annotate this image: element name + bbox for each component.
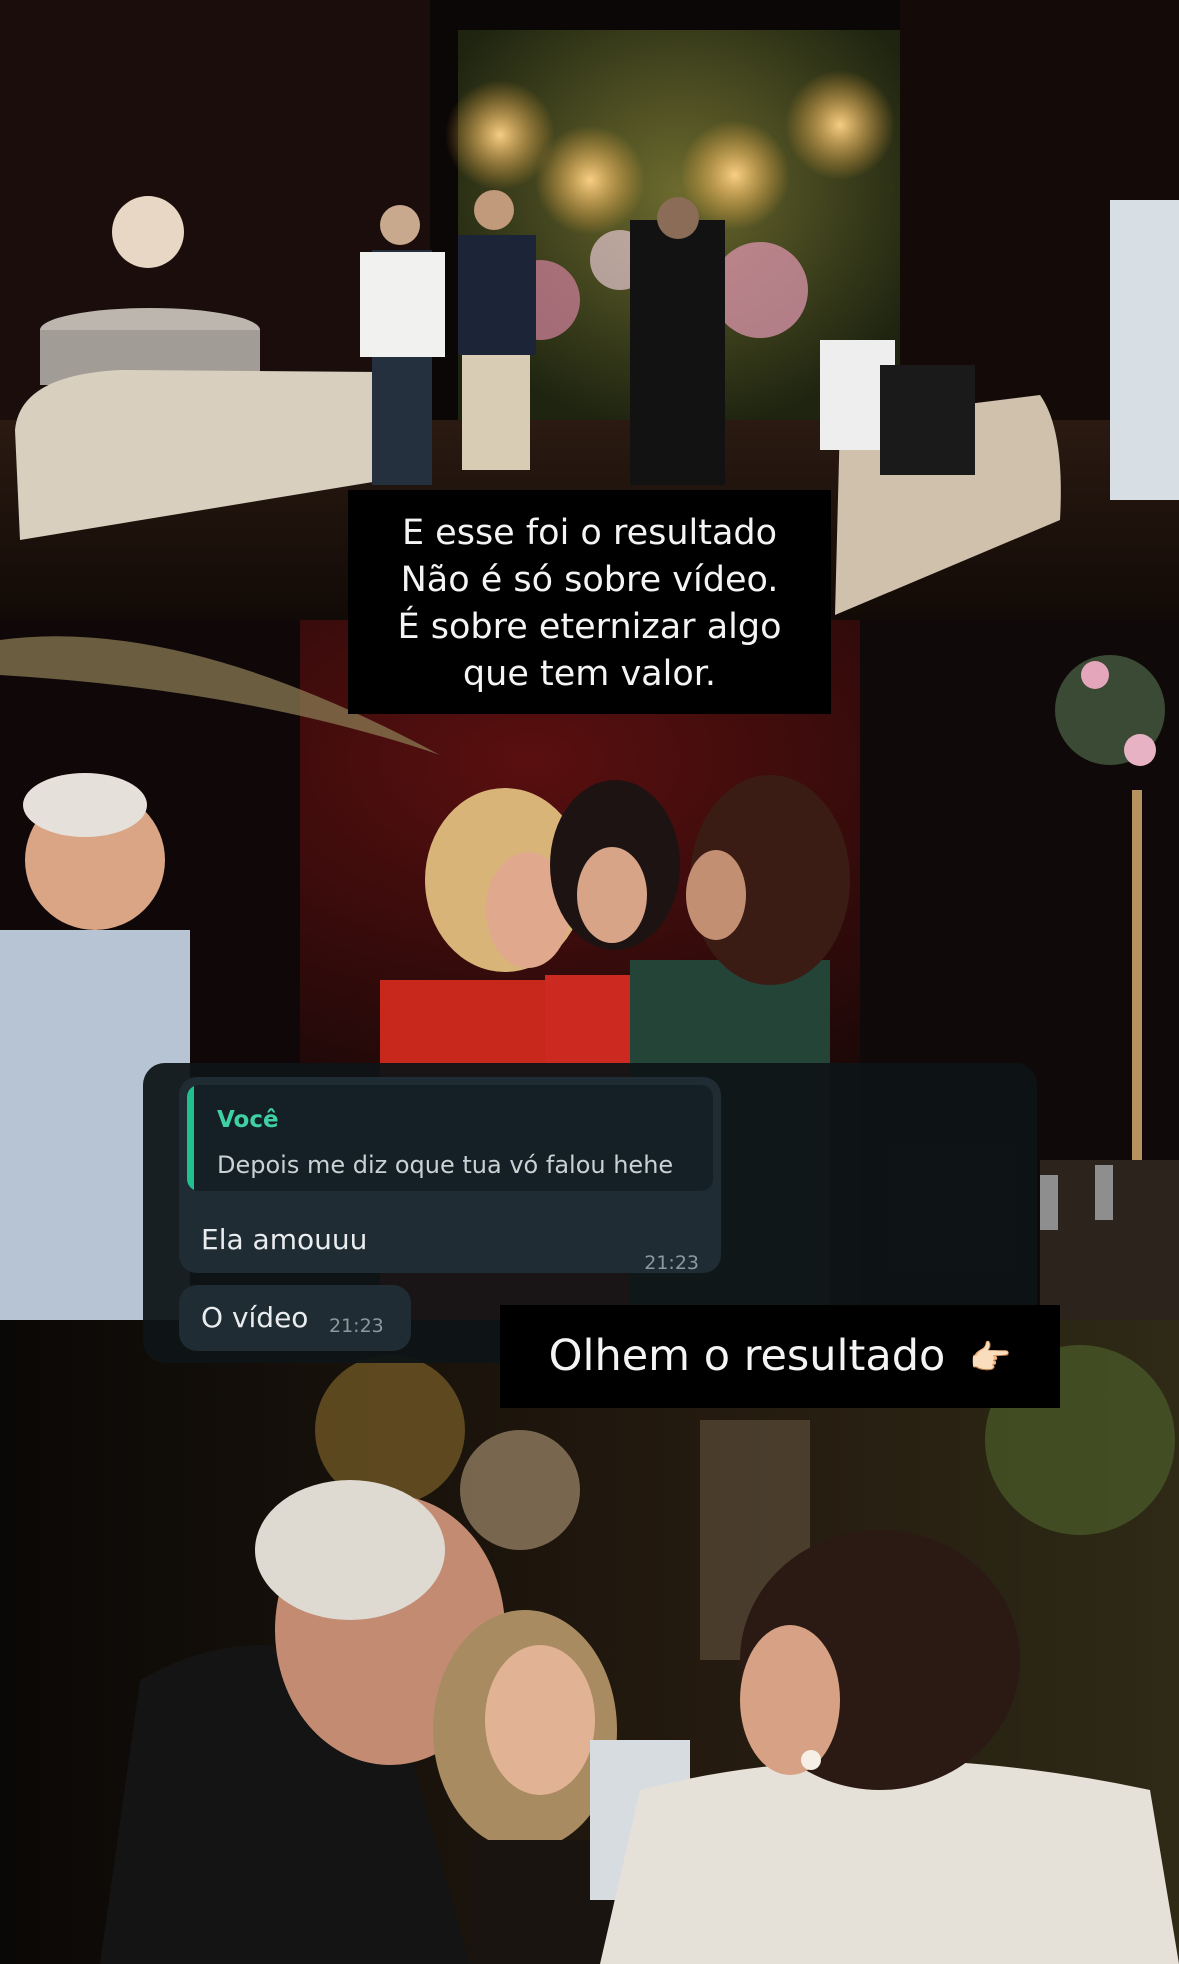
quote-accent-bar	[187, 1085, 194, 1191]
photo-couple-talking	[0, 1320, 1179, 1964]
quoted-message-author: Você	[217, 1107, 279, 1133]
message-time: 21:23	[644, 1252, 699, 1274]
message-text: Ela amouuu	[201, 1223, 368, 1256]
caption-line: E esse foi o resultado	[401, 513, 778, 553]
caption-line: É sobre eternizar algo	[397, 607, 782, 647]
quoted-message: Você Depois me diz oque tua vó falou heh…	[187, 1085, 713, 1191]
couple-talking-illustration	[0, 1320, 1179, 1964]
pointing-right-hand-icon: 👉🏻	[968, 1338, 1012, 1378]
caption-line: que tem valor.	[462, 654, 717, 694]
message-bubble-video: O vídeo 21:23	[179, 1285, 411, 1351]
message-time: 21:23	[329, 1315, 384, 1337]
message-text: O vídeo	[201, 1301, 309, 1334]
message-bubble-reply: Você Depois me diz oque tua vó falou heh…	[179, 1077, 721, 1274]
story-caption-top: E esse foi o resultado Não é só sobre ví…	[348, 490, 831, 714]
story-caption-result: Olhem o resultado 👉🏻	[500, 1305, 1060, 1408]
caption-result-text: Olhem o resultado	[548, 1331, 946, 1381]
quoted-message-text: Depois me diz oque tua vó falou hehe	[217, 1151, 674, 1179]
caption-line: Não é só sobre vídeo.	[400, 560, 779, 600]
